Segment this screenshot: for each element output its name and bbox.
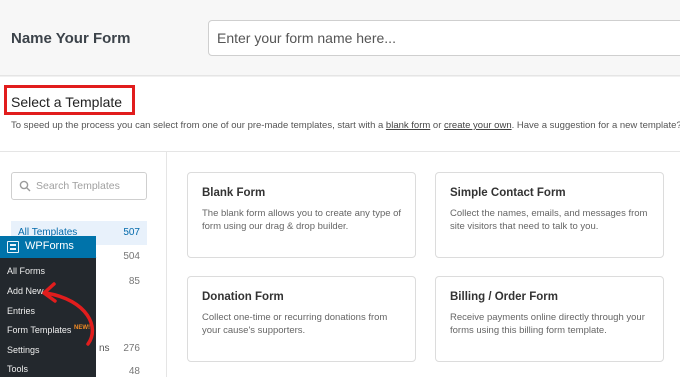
template-description: The blank form allows you to create any … [202,208,402,232]
search-templates-box[interactable] [11,172,147,200]
template-title: Billing / Order Form [450,291,558,303]
intro-text-or: or [430,120,445,131]
template-title: Simple Contact Form [450,187,566,199]
template-description: Collect one-time or recurring donations … [202,312,388,336]
category-count: 276 [123,343,140,354]
menu-item-entries[interactable]: Entries [7,306,35,316]
section-divider [0,151,680,152]
sidebar-divider [166,152,167,377]
menu-item-tools[interactable]: Tools [7,364,28,374]
template-title: Donation Form [202,291,284,303]
form-name-header: Name Your Form [0,0,680,76]
category-count: 504 [123,251,140,262]
template-card-donation-form[interactable]: Donation Form Collect one-time or recurr… [187,276,416,362]
category-count: 85 [128,276,140,287]
intro-text-start: To speed up the process you can select f… [11,120,386,131]
red-arrow-icon [42,282,95,346]
category-count: 48 [128,366,140,377]
menu-item-settings[interactable]: Settings [7,345,40,355]
wpforms-menu-header[interactable]: WPForms [0,236,96,258]
search-icon [19,180,31,192]
template-card-billing-order-form[interactable]: Billing / Order Form Receive payments on… [435,276,664,362]
template-title: Blank Form [202,187,266,199]
template-card-blank-form[interactable]: Blank Form The blank form allows you to … [187,172,416,258]
menu-item-all-forms[interactable]: All Forms [7,266,45,276]
intro-text-end: . Have a suggestion for a new template? [511,120,680,131]
template-description: Receive payments online directly through… [450,312,645,336]
blank-form-link[interactable]: blank form [386,120,430,131]
highlight-box [4,85,135,115]
template-description: Collect the names, emails, and messages … [450,208,648,232]
form-name-input[interactable] [208,20,680,56]
form-name-label: Name Your Form [11,30,131,47]
category-count: 507 [123,227,140,238]
form-icon [7,241,19,253]
template-card-simple-contact-form[interactable]: Simple Contact Form Collect the names, e… [435,172,664,258]
wpforms-menu-title: WPForms [25,240,74,252]
search-templates-input[interactable] [36,173,144,199]
template-intro-text: To speed up the process you can select f… [11,120,680,131]
create-your-own-link[interactable]: create your own [444,120,512,131]
